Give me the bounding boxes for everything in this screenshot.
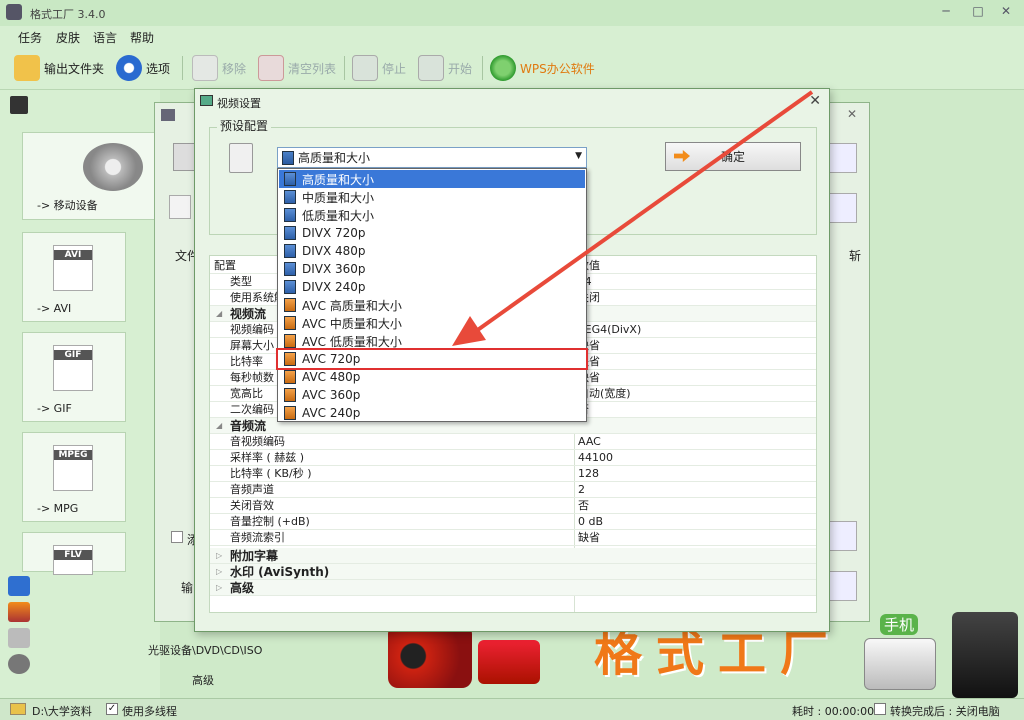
multithread-label: 使用多线程: [122, 705, 177, 718]
arrow-line: [470, 90, 814, 336]
shutdown-checkbox[interactable]: [874, 703, 886, 715]
status-bar: D:\大学资料 ✓ 使用多线程 耗时 : 00:00:00 转换完成后 : 关闭…: [0, 698, 1024, 720]
arrowhead: [452, 316, 486, 346]
shutdown-label: 转换完成后 : 关闭电脑: [890, 705, 1000, 718]
folder-icon: [10, 703, 26, 715]
status-path[interactable]: D:\大学资料: [32, 703, 92, 719]
multithread-checkbox[interactable]: ✓: [106, 703, 118, 715]
annotation-arrow: [452, 90, 814, 346]
elapsed-time: 耗时 : 00:00:00: [792, 705, 875, 718]
